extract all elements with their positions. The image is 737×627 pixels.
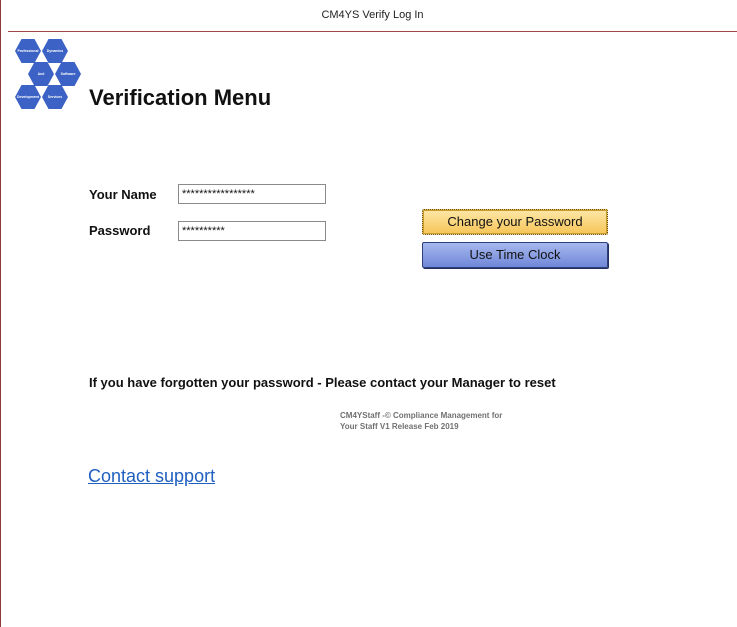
form-content: Professional Dynamics And Software Devel… — [9, 33, 737, 627]
window-titlebar: CM4YS Verify Log In — [8, 0, 737, 32]
time-clock-button[interactable]: Use Time Clock — [422, 242, 608, 268]
company-logo: Professional Dynamics And Software Devel… — [13, 35, 81, 115]
copyright-line-1: CM4YStaff -© Compliance Management for — [340, 411, 503, 420]
change-password-button[interactable]: Change your Password — [422, 209, 608, 235]
logo-hex-icon: Professional — [15, 39, 41, 63]
page-title: Verification Menu — [89, 85, 272, 110]
logo-hex-icon: And — [28, 62, 54, 86]
logo-hex-icon: Services — [42, 85, 68, 109]
window-title: CM4YS Verify Log In — [321, 9, 424, 21]
copyright-line-2: Your Staff V1 Release Feb 2019 — [340, 422, 459, 431]
copyright-text: CM4YStaff -© Compliance Management for Y… — [340, 410, 570, 432]
window-left-border — [0, 0, 8, 627]
forgot-password-notice: If you have forgotten your password - Pl… — [89, 375, 556, 390]
logo-hex-icon: Dynamics — [42, 39, 68, 63]
login-window: CM4YS Verify Log In Professional Dynamic… — [0, 0, 737, 627]
contact-support-link[interactable]: Contact support — [88, 466, 215, 487]
password-label: Password — [89, 223, 151, 238]
name-field[interactable] — [178, 184, 326, 204]
logo-hex-icon: Development — [15, 85, 41, 109]
logo-hex-icon: Software — [55, 62, 81, 86]
password-field[interactable] — [178, 221, 326, 241]
name-label: Your Name — [89, 187, 157, 202]
